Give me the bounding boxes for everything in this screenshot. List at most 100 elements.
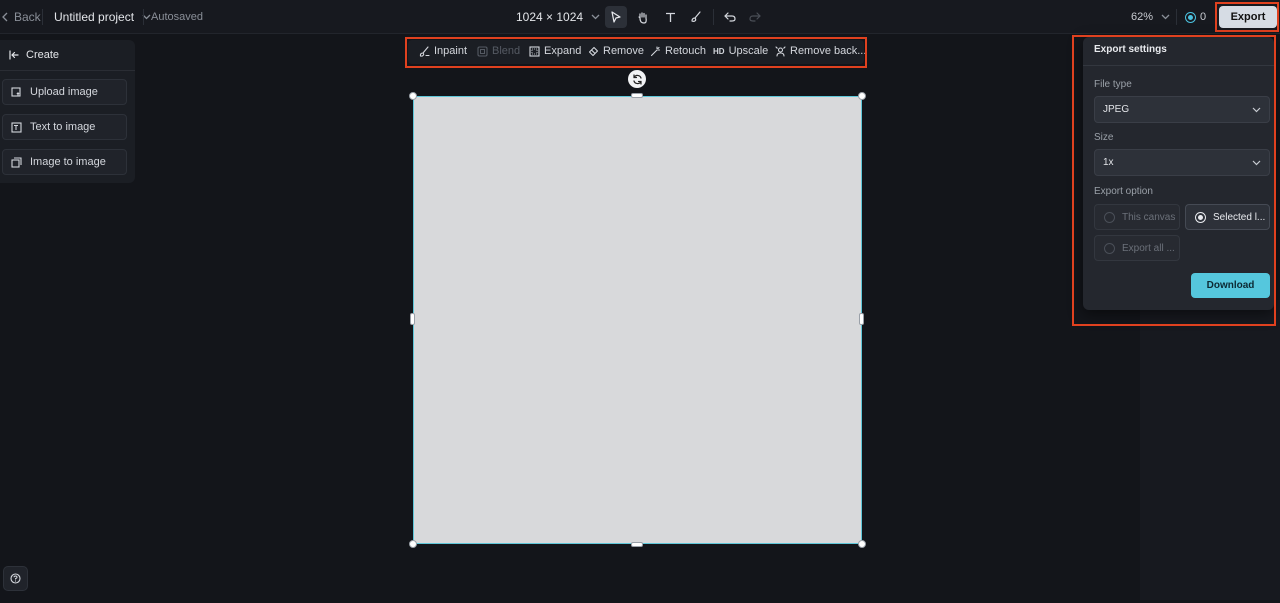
size-select[interactable]: 1x xyxy=(1094,149,1270,176)
export-settings-panel: Export settings File type JPEG Size 1x E… xyxy=(1083,37,1274,310)
eraser-icon xyxy=(588,46,599,56)
retouch-label: Retouch xyxy=(665,45,706,57)
create-panel-header[interactable]: Create xyxy=(9,49,59,61)
expand-label: Expand xyxy=(544,45,582,57)
option-export-all[interactable]: Export all ... xyxy=(1094,235,1180,261)
image-to-image-icon xyxy=(11,156,22,168)
chevron-down-icon xyxy=(1252,160,1261,165)
chevron-left-icon xyxy=(2,12,8,22)
redo-button[interactable] xyxy=(744,6,766,28)
upload-image-icon xyxy=(11,86,21,97)
canvas-size: 1024 × 1024 xyxy=(516,10,584,24)
chevron-down-icon xyxy=(1161,14,1170,20)
divider xyxy=(42,9,43,25)
resize-handle-top-right[interactable] xyxy=(858,92,866,100)
undo-button[interactable] xyxy=(719,6,741,28)
resize-handle-right[interactable] xyxy=(859,313,864,325)
resize-handle-bottom-right[interactable] xyxy=(858,540,866,548)
create-panel-title: Create xyxy=(26,49,60,61)
cursor-icon xyxy=(611,11,621,23)
option-this-canvas-label: This canvas xyxy=(1122,211,1176,223)
text-to-image-icon xyxy=(11,121,22,133)
inpaint-icon xyxy=(419,45,430,57)
remove-label: Remove xyxy=(603,45,644,57)
text-to-image-label: Text to image xyxy=(30,121,96,133)
inpaint-label: Inpaint xyxy=(434,45,468,57)
radio-unselected xyxy=(1104,211,1115,223)
export-button[interactable]: Export xyxy=(1219,6,1277,28)
create-panel: Create Upload image Text to image Image … xyxy=(0,40,135,183)
project-name-dropdown[interactable]: Untitled project xyxy=(54,10,151,24)
expand-tool[interactable]: Expand xyxy=(529,45,581,57)
project-name: Untitled project xyxy=(54,10,135,24)
divider xyxy=(1083,65,1274,66)
credits-count: 0 xyxy=(1200,11,1207,23)
divider xyxy=(713,9,714,25)
hd-badge: HD xyxy=(713,46,725,56)
resize-handle-top[interactable] xyxy=(631,93,643,98)
credit-icon xyxy=(1186,12,1195,22)
option-selected-layer[interactable]: Selected l... xyxy=(1185,204,1270,230)
redo-icon xyxy=(749,12,761,22)
help-button[interactable] xyxy=(3,566,28,591)
option-this-canvas[interactable]: This canvas xyxy=(1094,204,1180,230)
remove-background-tool[interactable]: Remove back... xyxy=(775,45,866,57)
radio-unselected xyxy=(1104,242,1115,254)
magic-wand-icon xyxy=(650,45,661,56)
divider xyxy=(0,70,135,71)
upscale-tool[interactable]: HD Upscale xyxy=(713,45,768,57)
radio-selected xyxy=(1195,211,1206,223)
zoom-dropdown[interactable]: 62% xyxy=(1131,11,1170,23)
text-to-image-button[interactable]: Text to image xyxy=(2,114,127,140)
undo-icon xyxy=(724,12,736,22)
upscale-label: Upscale xyxy=(728,45,769,57)
credits-indicator[interactable]: 0 xyxy=(1186,11,1206,23)
file-type-select[interactable]: JPEG xyxy=(1094,96,1270,123)
hand-icon xyxy=(638,11,647,24)
resize-handle-bottom[interactable] xyxy=(631,542,643,547)
canvas-size-dropdown[interactable]: 1024 × 1024 xyxy=(516,10,600,24)
size-label: Size xyxy=(1094,132,1114,143)
right-side-panel xyxy=(1140,300,1280,600)
option-selected-layer-label: Selected l... xyxy=(1213,211,1266,223)
expand-icon xyxy=(529,45,540,57)
file-type-value: JPEG xyxy=(1103,104,1130,115)
resize-handle-top-left[interactable] xyxy=(409,92,417,100)
chevron-down-icon xyxy=(1252,107,1261,112)
rotate-icon xyxy=(632,73,642,85)
back-button[interactable]: Back xyxy=(2,10,41,24)
divider xyxy=(1176,9,1177,25)
inpaint-tool[interactable]: Inpaint xyxy=(419,45,467,57)
brush-tool[interactable] xyxy=(685,6,707,28)
select-tool[interactable] xyxy=(605,6,627,28)
resize-handle-bottom-left[interactable] xyxy=(409,540,417,548)
top-bar: Back Untitled project Autosaved 1024 × 1… xyxy=(0,0,1280,34)
retouch-tool[interactable]: Retouch xyxy=(650,45,706,57)
resize-handle-left[interactable] xyxy=(410,313,415,325)
brush-icon xyxy=(691,11,701,22)
download-button[interactable]: Download xyxy=(1191,273,1270,298)
canvas-image[interactable] xyxy=(413,96,862,544)
text-icon xyxy=(665,12,675,22)
image-to-image-button[interactable]: Image to image xyxy=(2,149,127,175)
text-tool[interactable] xyxy=(659,6,681,28)
file-type-label: File type xyxy=(1094,79,1132,90)
hand-tool[interactable] xyxy=(632,6,654,28)
export-option-label: Export option xyxy=(1094,186,1153,197)
size-value: 1x xyxy=(1103,157,1114,168)
chevron-down-icon xyxy=(591,14,600,20)
image-to-image-label: Image to image xyxy=(30,156,106,168)
upload-image-label: Upload image xyxy=(30,86,98,98)
remove-background-label: Remove back... xyxy=(790,45,867,57)
autosave-status: Autosaved xyxy=(151,11,203,23)
blend-tool[interactable]: Blend xyxy=(477,45,520,57)
upload-image-button[interactable]: Upload image xyxy=(2,79,127,105)
remove-tool[interactable]: Remove xyxy=(588,45,644,57)
blend-label: Blend xyxy=(492,45,521,57)
collapse-left-icon xyxy=(9,50,19,60)
remove-background-icon xyxy=(775,45,786,57)
export-settings-title: Export settings xyxy=(1094,44,1167,55)
blend-icon xyxy=(477,45,488,57)
help-icon xyxy=(10,573,21,584)
rotate-handle[interactable] xyxy=(628,70,646,88)
